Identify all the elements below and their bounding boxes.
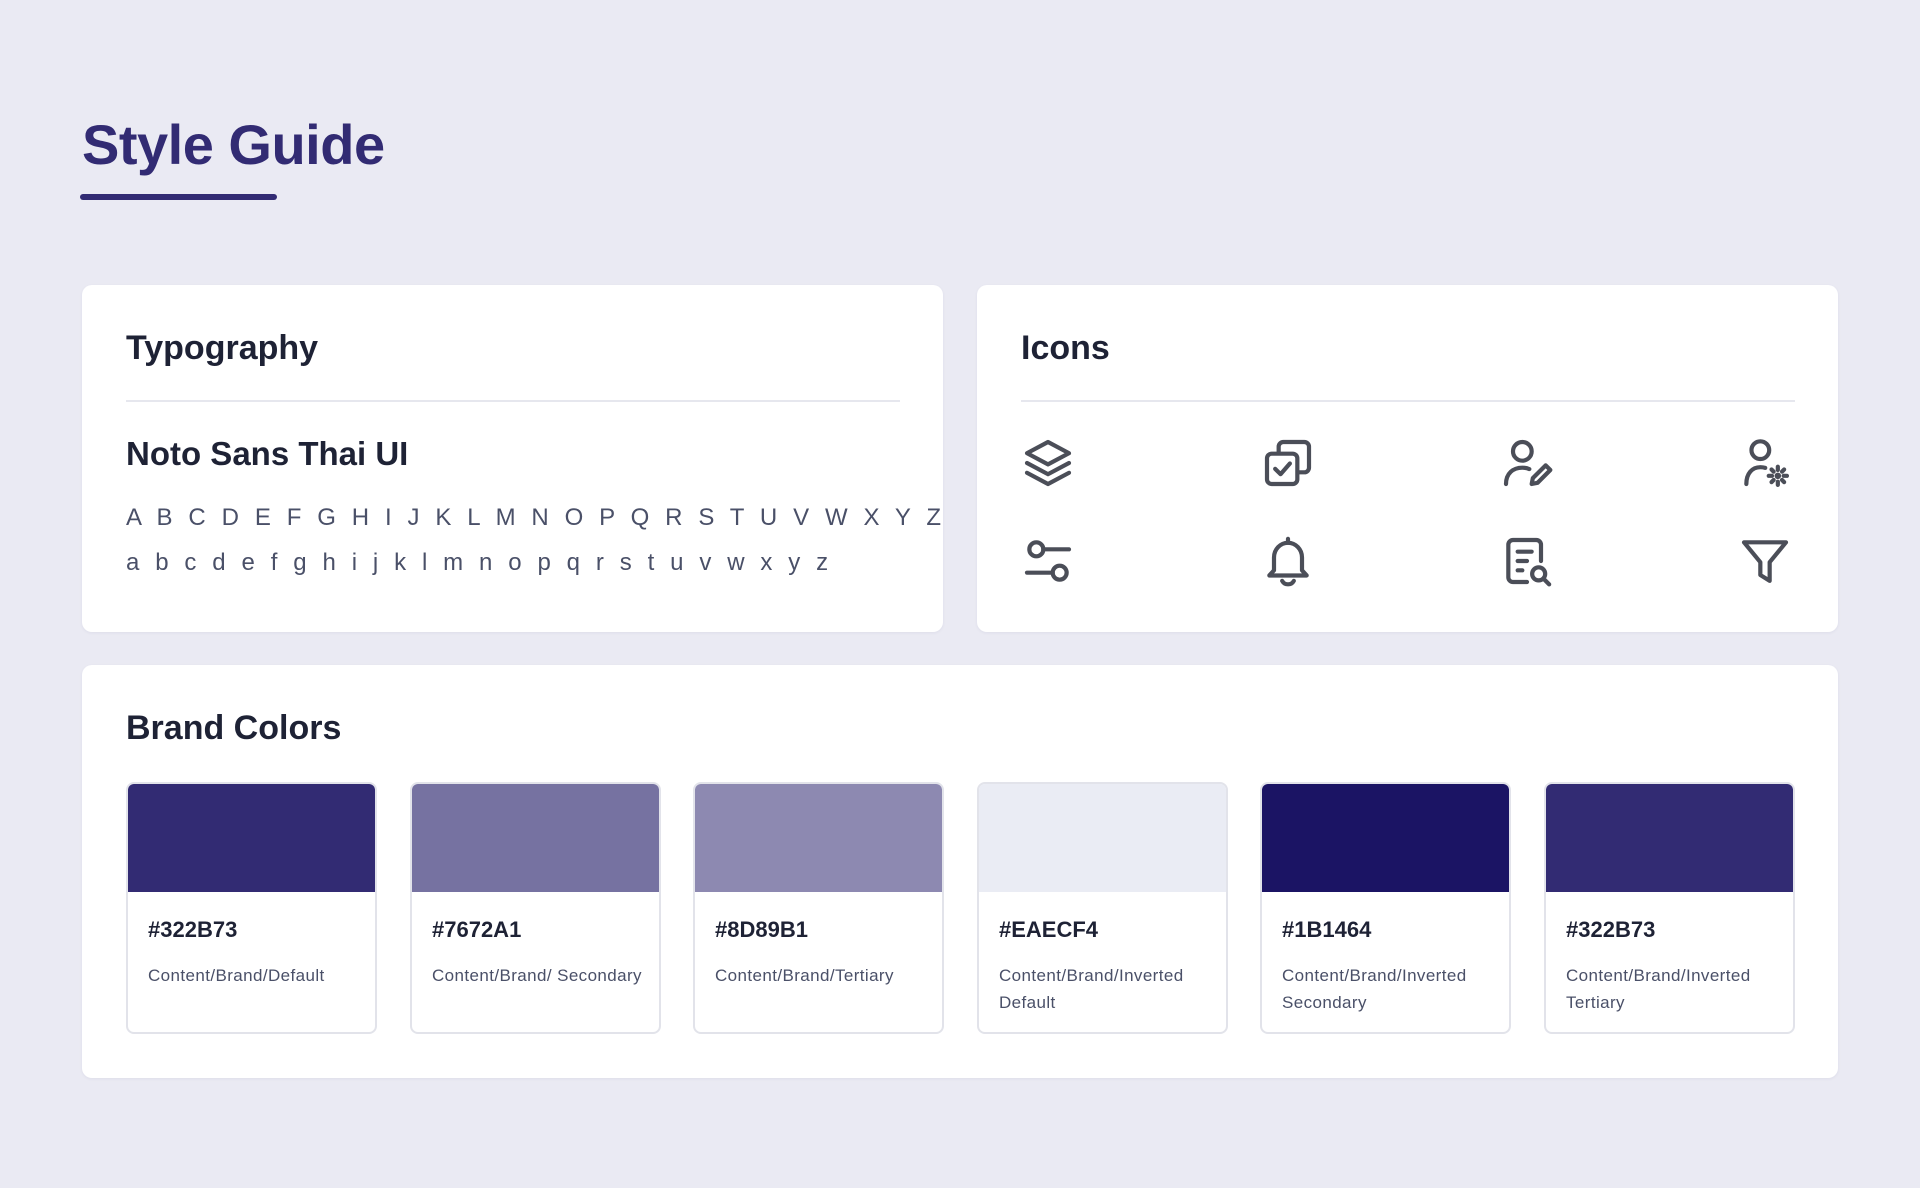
swatch-hex: #322B73 [1566, 917, 1656, 942]
swatch-color-block [128, 784, 375, 892]
page-title: Style Guide [82, 113, 385, 176]
filter-icon [1737, 533, 1793, 589]
swatch-color-block [412, 784, 659, 892]
user-edit-icon [1499, 435, 1555, 491]
bell-icon [1260, 533, 1316, 589]
swatch-label: Content/Brand/ Secondary [432, 966, 642, 985]
swatch-hex: #7672A1 [432, 917, 522, 942]
swatch-label: Content/Brand/Inverted Secondary [1282, 966, 1467, 1012]
swatch-label: Content/Brand/Inverted Default [999, 966, 1184, 1012]
color-swatch: #EAECF4 Content/Brand/Inverted Default [977, 782, 1228, 1034]
document-search-icon [1499, 533, 1555, 589]
color-swatch: #8D89B1 Content/Brand/Tertiary [693, 782, 944, 1034]
swatch-color-block [979, 784, 1226, 892]
copy-check-icon [1260, 435, 1316, 491]
icons-divider [1021, 400, 1795, 402]
color-swatch: #7672A1 Content/Brand/ Secondary [410, 782, 661, 1034]
icons-card: Icons [977, 285, 1838, 632]
brand-colors-card: Brand Colors #322B73 Content/Brand/Defau… [82, 665, 1838, 1078]
lowercase-alphabet: a b c d e f g h i j k l m n o p q r s t … [126, 549, 833, 576]
color-swatch: #322B73 Content/Brand/Inverted Tertiary [1544, 782, 1795, 1034]
typography-card-title: Typography [126, 329, 319, 367]
title-underline [80, 194, 277, 200]
icons-card-title: Icons [1021, 329, 1110, 367]
uppercase-alphabet: A B C D E F G H I J K L M N O P Q R S T … [126, 504, 946, 531]
user-settings-icon [1737, 435, 1793, 491]
swatch-label: Content/Brand/Default [148, 966, 325, 985]
layers-icon [1020, 435, 1076, 491]
swatch-label: Content/Brand/Inverted Tertiary [1566, 966, 1751, 1012]
swatch-label: Content/Brand/Tertiary [715, 966, 894, 985]
font-name: Noto Sans Thai UI [126, 435, 409, 472]
sliders-icon [1020, 533, 1076, 589]
swatch-hex: #1B1464 [1282, 917, 1372, 942]
brand-colors-title: Brand Colors [126, 709, 342, 747]
swatch-color-block [1262, 784, 1509, 892]
color-swatch: #322B73 Content/Brand/Default [126, 782, 377, 1034]
swatch-color-block [695, 784, 942, 892]
swatch-hex: #EAECF4 [999, 917, 1099, 942]
typography-divider [126, 400, 900, 402]
typography-card: Typography Noto Sans Thai UI A B C D E F… [82, 285, 943, 632]
swatch-color-block [1546, 784, 1793, 892]
swatch-hex: #8D89B1 [715, 917, 808, 942]
swatch-hex: #322B73 [148, 917, 238, 942]
color-swatch: #1B1464 Content/Brand/Inverted Secondary [1260, 782, 1511, 1034]
